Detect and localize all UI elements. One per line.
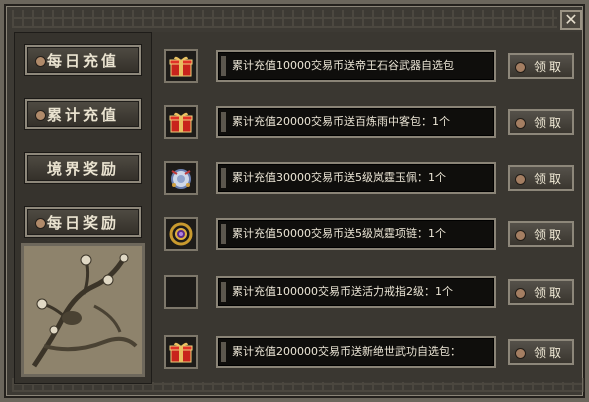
gem-icon — [515, 174, 526, 185]
reward-text: 累计充值200000交易币送新绝世武功自选包： — [232, 345, 461, 358]
item-slot[interactable] — [164, 161, 198, 195]
close-button[interactable]: ✕ — [560, 10, 582, 30]
claim-label: 领取 — [533, 285, 564, 300]
reward-description: 累计充值50000交易币送5级岚霆项链：1个 — [216, 218, 496, 250]
reward-description: 累计充值200000交易币送新绝世武功自选包： — [216, 336, 496, 368]
gem-icon — [35, 56, 46, 67]
close-icon: ✕ — [564, 10, 578, 29]
reward-list: 累计充值10000交易币送帝王石谷武器自选包 领取 累计充值20000交易币送百… — [152, 32, 582, 382]
gift-box-icon — [169, 342, 193, 363]
claim-label: 领取 — [533, 171, 564, 186]
claim-label: 领取 — [533, 59, 564, 74]
nav-label: 每日奖励 — [46, 213, 119, 232]
claim-label: 领取 — [533, 227, 564, 242]
item-slot[interactable] — [164, 49, 198, 83]
claim-label: 领取 — [533, 345, 564, 360]
gem-icon — [35, 218, 46, 229]
nav-realm-reward[interactable]: 境界奖励 — [25, 153, 141, 183]
reward-description: 累计充值10000交易币送帝王石谷武器自选包 — [216, 50, 496, 82]
nav-daily-reward[interactable]: 每日奖励 — [25, 207, 141, 237]
frame-border-pattern — [12, 10, 557, 28]
reward-description: 累计充值20000交易币送百炼雨中客包：1个 — [216, 106, 496, 138]
desc-cap — [221, 282, 226, 302]
claim-button[interactable]: 领取 — [508, 279, 574, 305]
reward-row: 累计充值50000交易币送5级岚霆项链：1个 领取 — [152, 216, 582, 252]
nav-cumulative-recharge[interactable]: 累计充值 — [25, 99, 141, 129]
claim-label: 领取 — [533, 115, 564, 130]
reward-text: 累计充值50000交易币送5级岚霆项链：1个 — [232, 227, 446, 240]
desc-cap — [221, 112, 226, 132]
reward-text: 累计充值10000交易币送帝王石谷武器自选包 — [232, 59, 454, 72]
reward-row: 累计充值30000交易币送5级岚霆玉佩：1个 领取 — [152, 160, 582, 196]
reward-description: 累计充值30000交易币送5级岚霆玉佩：1个 — [216, 162, 496, 194]
claim-button[interactable]: 领取 — [508, 109, 574, 135]
claim-button[interactable]: 领取 — [508, 165, 574, 191]
item-slot[interactable] — [164, 275, 198, 309]
desc-cap — [221, 342, 226, 362]
plum-blossom-icon — [24, 246, 142, 374]
reward-description: 累计充值100000交易币送活力戒指2级：1个 — [216, 276, 496, 308]
gem-icon — [515, 348, 526, 359]
gem-icon — [515, 62, 526, 73]
reward-text: 累计充值100000交易币送活力戒指2级：1个 — [232, 285, 453, 298]
claim-button[interactable]: 领取 — [508, 339, 574, 365]
gem-icon — [515, 230, 526, 241]
nav-label: 境界奖励 — [46, 159, 119, 178]
recharge-reward-window: ✕ 每日充值 累计充值 境界奖励 每日奖励 累计充值10000交易币送帝王石谷武… — [0, 0, 589, 402]
gem-icon — [515, 118, 526, 129]
jade-pendant-icon — [171, 169, 191, 189]
desc-cap — [221, 168, 226, 188]
gift-box-icon — [169, 112, 193, 133]
reward-row: 累计充值20000交易币送百炼雨中客包：1个 领取 — [152, 104, 582, 140]
desc-cap — [221, 224, 226, 244]
reward-row: 累计充值10000交易币送帝王石谷武器自选包 领取 — [152, 48, 582, 84]
category-sidebar: 每日充值 累计充值 境界奖励 每日奖励 — [14, 32, 152, 384]
nav-label: 每日充值 — [46, 51, 119, 70]
gem-icon — [515, 288, 526, 299]
plum-blossom-painting — [21, 243, 145, 377]
nav-label: 累计充值 — [46, 105, 119, 124]
item-slot[interactable] — [164, 217, 198, 251]
gem-icon — [35, 110, 46, 121]
reward-row: 累计充值200000交易币送新绝世武功自选包： 领取 — [152, 334, 582, 370]
desc-cap — [221, 56, 226, 76]
necklace-icon — [169, 222, 193, 246]
gift-box-icon — [169, 56, 193, 77]
item-slot[interactable] — [164, 335, 198, 369]
reward-text: 累计充值30000交易币送5级岚霆玉佩：1个 — [232, 171, 446, 184]
nav-daily-recharge[interactable]: 每日充值 — [25, 45, 141, 75]
claim-button[interactable]: 领取 — [508, 53, 574, 79]
reward-text: 累计充值20000交易币送百炼雨中客包：1个 — [232, 115, 450, 128]
item-slot[interactable] — [164, 105, 198, 139]
reward-row: 累计充值100000交易币送活力戒指2级：1个 领取 — [152, 274, 582, 310]
claim-button[interactable]: 领取 — [508, 221, 574, 247]
